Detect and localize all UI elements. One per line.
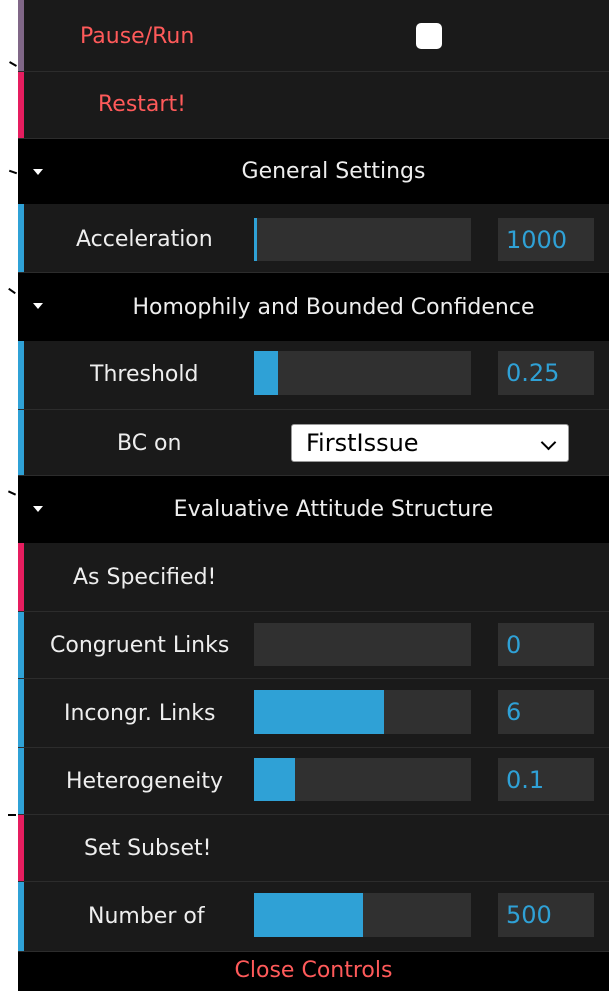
edge-mark <box>7 490 17 496</box>
function-indicator <box>18 543 24 611</box>
slider-fill <box>254 758 296 801</box>
edge-mark <box>8 287 16 295</box>
congruent-links-input[interactable]: 0 <box>498 623 594 666</box>
acceleration-input[interactable]: 1000 <box>498 218 594 261</box>
heterogeneity-row: Heterogeneity 0.1 <box>18 748 609 815</box>
restart-button[interactable]: Restart! <box>18 72 609 139</box>
slider-fill <box>254 218 257 261</box>
threshold-slider[interactable] <box>254 351 471 395</box>
slider-fill <box>254 893 363 937</box>
threshold-row: Threshold 0.25 <box>18 341 609 410</box>
number-indicator <box>18 612 24 678</box>
section-header-homophily[interactable]: Homophily and Bounded Confidence <box>18 273 609 341</box>
heterogeneity-slider[interactable] <box>254 758 471 801</box>
section-title: General Settings <box>241 159 426 184</box>
incongruent-links-input[interactable]: 6 <box>498 690 594 734</box>
number-indicator <box>18 748 24 814</box>
collapse-triangle-icon <box>33 169 43 175</box>
option-indicator <box>18 410 24 475</box>
number-of-slider[interactable] <box>254 893 471 937</box>
number-indicator <box>18 679 24 747</box>
section-title: Evaluative Attitude Structure <box>173 497 494 522</box>
heterogeneity-input[interactable]: 0.1 <box>498 758 594 801</box>
pause-run-label: Pause/Run <box>80 24 195 49</box>
number-of-label: Number of <box>88 904 205 929</box>
congruent-links-slider[interactable] <box>254 623 471 666</box>
edge-mark <box>8 169 18 175</box>
set-subset-button[interactable]: Set Subset! <box>18 815 609 882</box>
congruent-links-value: 0 <box>506 631 522 659</box>
section-title: Homophily and Bounded Confidence <box>132 295 535 320</box>
congruent-links-label: Congruent Links <box>50 633 230 658</box>
congruent-links-row: Congruent Links 0 <box>18 612 609 679</box>
acceleration-slider[interactable] <box>254 218 471 261</box>
incongruent-links-value: 6 <box>506 698 522 726</box>
bc-on-selected: FirstIssue <box>306 429 419 457</box>
number-indicator <box>18 341 24 409</box>
incongruent-links-row: Incongr. Links 6 <box>18 679 609 748</box>
slider-fill <box>254 351 278 395</box>
pause-run-row[interactable]: Pause/Run <box>18 0 609 72</box>
heterogeneity-value: 0.1 <box>506 766 545 794</box>
slider-fill <box>254 690 385 734</box>
threshold-value: 0.25 <box>506 359 560 387</box>
number-of-value: 500 <box>506 901 552 929</box>
collapse-triangle-icon <box>33 506 43 512</box>
number-of-input[interactable]: 500 <box>498 893 594 937</box>
pause-run-checkbox[interactable] <box>416 23 442 49</box>
close-controls-button[interactable]: Close Controls <box>18 952 609 991</box>
acceleration-row: Acceleration 1000 <box>18 204 609 273</box>
section-header-evaluative[interactable]: Evaluative Attitude Structure <box>18 476 609 543</box>
section-header-general[interactable]: General Settings <box>18 139 609 204</box>
number-indicator <box>18 204 24 272</box>
acceleration-label: Acceleration <box>76 227 213 252</box>
function-indicator <box>18 815 24 881</box>
incongruent-links-slider[interactable] <box>254 690 471 734</box>
chevron-down-icon <box>540 434 557 451</box>
bc-on-select[interactable]: FirstIssue <box>291 424 569 462</box>
threshold-label: Threshold <box>90 362 199 387</box>
threshold-input[interactable]: 0.25 <box>498 351 594 395</box>
heterogeneity-label: Heterogeneity <box>66 769 223 794</box>
collapse-triangle-icon <box>33 303 43 309</box>
as-specified-button[interactable]: As Specified! <box>18 543 609 612</box>
acceleration-value: 1000 <box>506 226 568 254</box>
function-indicator <box>18 72 24 138</box>
number-of-row: Number of 500 <box>18 882 609 952</box>
as-specified-label: As Specified! <box>73 565 217 590</box>
close-controls-label: Close Controls <box>234 958 393 983</box>
edge-mark <box>9 61 17 67</box>
restart-label: Restart! <box>98 92 186 117</box>
boolean-indicator <box>18 0 24 71</box>
incongruent-links-label: Incongr. Links <box>64 701 216 726</box>
number-indicator <box>18 882 24 951</box>
edge-mark <box>8 814 16 816</box>
set-subset-label: Set Subset! <box>84 836 212 861</box>
bc-on-label: BC on <box>117 431 182 456</box>
controls-panel: Pause/Run Restart! General Settings Acce… <box>18 0 609 991</box>
